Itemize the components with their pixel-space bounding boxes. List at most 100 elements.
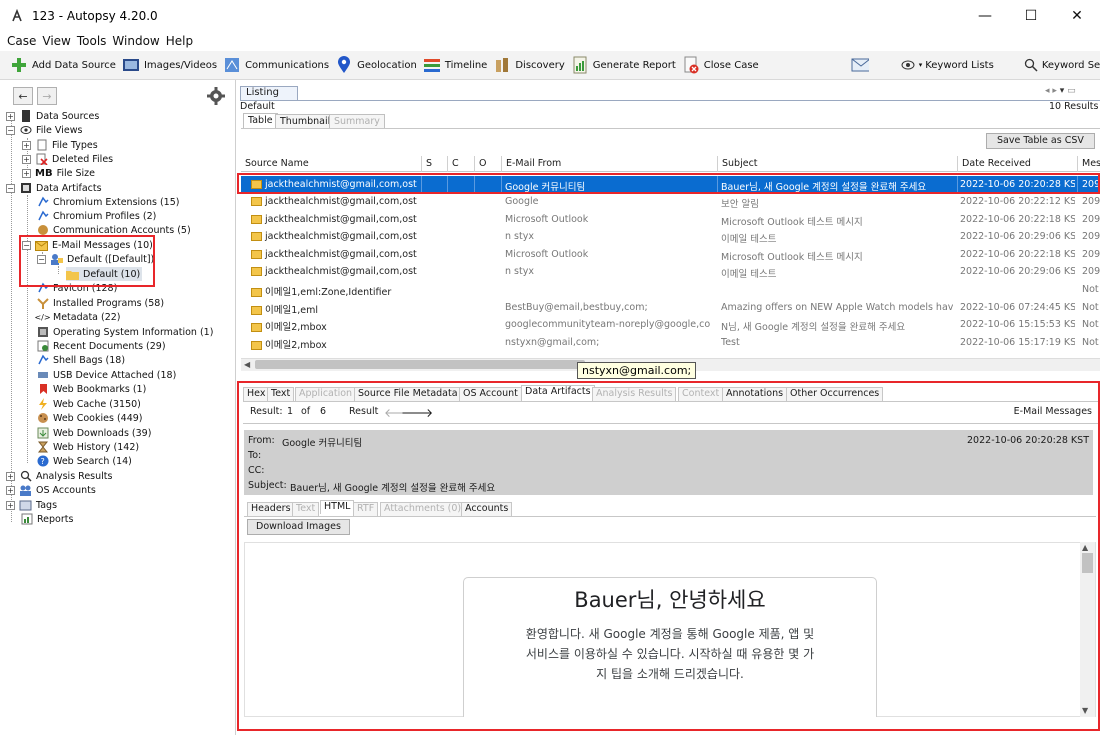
tree-item-shell-bags[interactable]: Shell Bags (18) [36, 353, 125, 367]
discovery-button[interactable]: Discovery [493, 53, 565, 77]
column-o[interactable]: O [479, 158, 486, 169]
expand-icon[interactable]: + [6, 485, 15, 495]
table-row[interactable]: 이메일2,mbox googlecommunityteam-noreply@goo… [241, 316, 1100, 334]
tab-data-artifacts[interactable]: Data Artifacts [521, 385, 595, 399]
tree-item-web-search[interactable]: ? Web Search (14) [36, 454, 132, 468]
close-case-button[interactable]: Close Case [682, 53, 759, 77]
tab-thumbnail[interactable]: Thumbnail [275, 114, 336, 129]
listing-tab[interactable]: Listing [240, 86, 298, 101]
communications-button[interactable]: Communications [223, 53, 329, 77]
table-row[interactable]: 이메일2,mbox nstyxn@gmail,com; Test 2022-10-06… [241, 334, 1100, 352]
table-row[interactable]: jackthealchmist@gmail,com,ost Microsoft O… [241, 246, 1100, 264]
collapse-icon[interactable]: − [6, 125, 15, 135]
tab-context[interactable]: Context [678, 387, 724, 401]
menu-view[interactable]: View [42, 34, 70, 48]
tree-item-chromium-profiles[interactable]: Chromium Profiles (2) [36, 209, 156, 223]
close-button[interactable]: ✕ [1054, 0, 1100, 31]
scroll-up-icon[interactable]: ▲ [1082, 543, 1088, 552]
tree-item-installed-programs[interactable]: Installed Programs (58) [36, 296, 164, 310]
mail-button[interactable] [851, 53, 873, 77]
back-button[interactable]: ← [13, 87, 33, 105]
table-row[interactable]: jackthealchmist@gmail,com,ost Microsoft O… [241, 211, 1100, 229]
tab-other-occurrences[interactable]: Other Occurrences [786, 387, 884, 401]
msg-tab-headers[interactable]: Headers [247, 502, 295, 516]
geolocation-button[interactable]: Geolocation [335, 53, 417, 77]
collapse-icon[interactable]: − [37, 254, 46, 264]
forward-button[interactable]: → [37, 87, 57, 105]
expand-icon[interactable]: + [22, 168, 31, 178]
tree-item-file-views[interactable]: − File Views [6, 123, 82, 137]
tree-item-communication-accounts[interactable]: Communication Accounts (5) [36, 223, 191, 237]
tree-item-favicon[interactable]: Favicon (128) [36, 281, 117, 295]
column-email-from[interactable]: E-Mail From [506, 158, 561, 169]
tree-item-tags[interactable]: + Tags [6, 498, 57, 512]
column-subject[interactable]: Subject [722, 158, 758, 169]
tree-item-web-cookies[interactable]: Web Cookies (449) [36, 411, 143, 425]
msg-tab-attachments-0-[interactable]: Attachments (0) [380, 502, 466, 516]
tree-item-reports[interactable]: Reports [20, 512, 73, 526]
horizontal-scroll-thumb[interactable] [255, 360, 585, 369]
tab-annotations[interactable]: Annotations [722, 387, 788, 401]
tree-item-default-folder[interactable]: Default (10) [66, 267, 143, 281]
expand-icon[interactable]: + [22, 140, 31, 150]
tab-summary[interactable]: Summary [329, 114, 385, 129]
menu-window[interactable]: Window [112, 34, 159, 48]
tree-item-os-info[interactable]: Operating System Information (1) [36, 325, 213, 339]
tree-item-web-downloads[interactable]: Web Downloads (39) [36, 426, 151, 440]
menu-case[interactable]: Case [7, 34, 36, 48]
expand-icon[interactable]: + [6, 111, 15, 121]
table-row[interactable]: jackthealchmist@gmail,com,ost n styx 이메일 테… [241, 263, 1100, 281]
table-row[interactable]: 이메일1,eml BestBuy@email,bestbuy,com; Amazin… [241, 299, 1100, 317]
expand-icon[interactable]: + [22, 154, 31, 164]
tree-item-default-account[interactable]: − Default ([Default]) [37, 252, 154, 266]
tab-application[interactable]: Application [295, 387, 357, 401]
tab-table[interactable]: Table [243, 113, 278, 128]
expand-icon[interactable]: + [6, 500, 15, 510]
add-data-source-button[interactable]: Add Data Source [10, 53, 116, 77]
generate-report-button[interactable]: Generate Report [571, 53, 676, 77]
menu-tools[interactable]: Tools [77, 34, 107, 48]
msg-tab-html[interactable]: HTML [320, 500, 355, 514]
next-result-button[interactable]: 🡒 [401, 405, 433, 420]
msg-tab-text[interactable]: Text [292, 502, 320, 516]
menu-help[interactable]: Help [166, 34, 193, 48]
scroll-down-icon[interactable]: ▼ [1082, 706, 1088, 715]
tree-item-chromium-extensions[interactable]: Chromium Extensions (15) [36, 195, 179, 209]
minimize-button[interactable]: — [962, 0, 1008, 31]
collapse-icon[interactable]: − [6, 183, 15, 193]
tree-item-file-size[interactable]: + MB File Size [22, 166, 95, 180]
table-row[interactable]: jackthealchmist@gmail,com,ost Google 커뮤니티… [241, 175, 1100, 194]
table-row[interactable]: 이메일1,eml:Zone,Identifier Not [241, 281, 1100, 299]
tab-analysis-results[interactable]: Analysis Results [592, 387, 677, 401]
tree-item-recent-documents[interactable]: Recent Documents (29) [36, 339, 166, 353]
tree-item-data-sources[interactable]: + Data Sources [6, 109, 99, 123]
tree-item-web-cache[interactable]: Web Cache (3150) [36, 397, 141, 411]
scroll-left-icon[interactable]: ◀ [244, 360, 250, 369]
table-row[interactable]: jackthealchmist@gmail,com,ost Google 보안 알림… [241, 193, 1100, 211]
vertical-scroll-thumb[interactable] [1082, 553, 1093, 573]
timeline-button[interactable]: Timeline [423, 53, 487, 77]
tree-item-deleted-files[interactable]: + Deleted Files [22, 152, 113, 166]
vertical-scrollbar[interactable]: ▲ ▼ [1080, 542, 1095, 717]
column-message[interactable]: Mes [1082, 158, 1100, 169]
msg-tab-accounts[interactable]: Accounts [461, 502, 513, 516]
expand-icon[interactable]: + [6, 471, 15, 481]
tree-item-file-types[interactable]: + File Types [22, 138, 98, 152]
column-s[interactable]: S [426, 158, 432, 169]
column-date-received[interactable]: Date Received [962, 158, 1031, 169]
tree-item-os-accounts[interactable]: + OS Accounts [6, 483, 96, 497]
tab-hex[interactable]: Hex [243, 387, 270, 401]
save-table-csv-button[interactable]: Save Table as CSV [986, 133, 1095, 149]
keyword-lists-button[interactable]: ▾ Keyword Lists [901, 53, 994, 77]
images-videos-button[interactable]: Images/Videos [122, 53, 217, 77]
tree-item-web-history[interactable]: Web History (142) [36, 440, 139, 454]
tab-source-file-metadata[interactable]: Source File Metadata [354, 387, 462, 401]
tab-os-account[interactable]: OS Account [459, 387, 522, 401]
tree-item-analysis-results[interactable]: + Analysis Results [6, 469, 112, 483]
tree-item-metadata[interactable]: </> Metadata (22) [34, 310, 120, 324]
msg-tab-rtf[interactable]: RTF [353, 502, 379, 516]
tree-item-usb-devices[interactable]: USB Device Attached (18) [36, 368, 176, 382]
restore-icon[interactable]: ▭ [1067, 86, 1076, 96]
collapse-icon[interactable]: − [22, 240, 31, 250]
keyword-search-button[interactable]: Keyword Search [1024, 53, 1100, 77]
